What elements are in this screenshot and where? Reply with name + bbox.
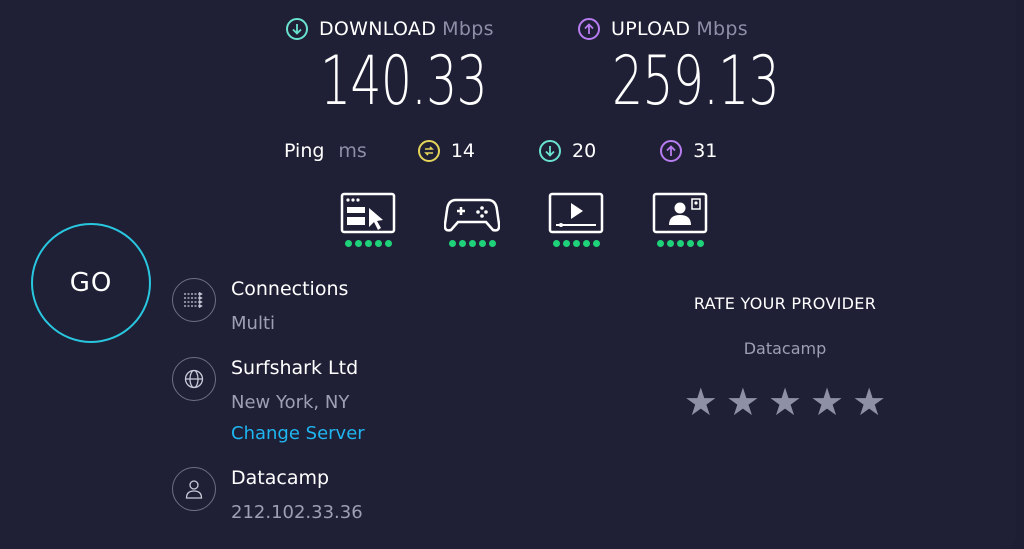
upload-header: UPLOAD Mbps	[578, 18, 748, 40]
rate-provider-title: RATE YOUR PROVIDER	[693, 294, 877, 313]
download-header: DOWNLOAD Mbps	[286, 18, 494, 40]
server-info: Surfshark Ltd New York, NY Change Server	[172, 357, 365, 444]
ping-upload-value: 31	[693, 140, 718, 162]
activity-video-streaming	[548, 192, 604, 247]
change-server-link[interactable]: Change Server	[231, 424, 365, 444]
results-card: DOWNLOAD Mbps 140.33 UPLOAD Mbps 259.13 …	[0, 0, 1016, 549]
rating-dots	[343, 240, 393, 247]
isp-info: Datacamp 212.102.33.36	[172, 467, 363, 523]
activity-video-call	[652, 192, 708, 247]
ping-idle: 14	[417, 140, 476, 162]
download-latency-icon	[539, 140, 562, 162]
connections-icon	[172, 278, 216, 322]
user-icon	[172, 467, 216, 511]
star-icon[interactable]: ★	[852, 382, 886, 422]
star-rating: ★ ★ ★ ★ ★	[650, 382, 920, 422]
ping-row: Ping ms 14 20 31	[284, 140, 717, 162]
activity-gaming	[444, 192, 500, 247]
activity-ratings	[340, 192, 756, 247]
download-speed-value: 140.33	[320, 42, 488, 121]
rating-dots	[551, 240, 601, 247]
server-name: Surfshark Ltd	[231, 357, 359, 379]
star-icon[interactable]: ★	[768, 382, 802, 422]
connections-value: Multi	[231, 313, 275, 334]
connections-label: Connections	[231, 278, 349, 300]
download-unit: Mbps	[442, 18, 494, 40]
upload-latency-icon	[660, 140, 683, 162]
download-label: DOWNLOAD	[319, 18, 437, 40]
ping-download: 20	[539, 140, 596, 162]
speedtest-page: DOWNLOAD Mbps 140.33 UPLOAD Mbps 259.13 …	[0, 0, 1024, 549]
go-button[interactable]: GO	[31, 223, 151, 343]
isp-name: Datacamp	[231, 467, 330, 489]
upload-arrow-icon	[578, 18, 600, 40]
ping-label: Ping	[284, 140, 325, 162]
ping-download-value: 20	[572, 140, 597, 162]
web-browsing-icon	[340, 192, 396, 234]
ping-idle-value: 14	[450, 140, 476, 162]
rating-dots	[655, 240, 705, 247]
video-streaming-icon	[548, 192, 604, 234]
upload-label: UPLOAD	[611, 18, 691, 40]
rating-dots	[447, 240, 497, 247]
activity-web-browsing	[340, 192, 396, 247]
star-icon[interactable]: ★	[684, 382, 718, 422]
video-call-icon	[652, 192, 708, 234]
download-arrow-icon	[286, 18, 308, 40]
upload-speed-value: 259.13	[612, 42, 780, 121]
ip-address: 212.102.33.36	[231, 502, 363, 523]
gaming-controller-icon	[444, 198, 500, 232]
star-icon[interactable]: ★	[810, 382, 844, 422]
star-icon[interactable]: ★	[726, 382, 760, 422]
upload-unit: Mbps	[696, 18, 748, 40]
idle-latency-icon	[417, 140, 440, 162]
rate-provider-panel: RATE YOUR PROVIDER Datacamp ★ ★ ★ ★ ★	[650, 294, 920, 422]
server-location: New York, NY	[231, 392, 350, 413]
ping-unit: ms	[338, 140, 367, 162]
connections-info: Connections Multi	[172, 278, 348, 334]
globe-icon	[172, 357, 216, 401]
rate-provider-name: Datacamp	[743, 339, 827, 358]
ping-upload: 31	[660, 140, 717, 162]
